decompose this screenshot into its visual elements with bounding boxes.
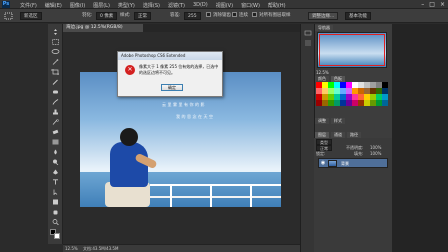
menu-3d[interactable]: 3D(D)	[193, 2, 208, 9]
layer-item-background[interactable]: ◉ 背景	[318, 158, 388, 168]
fill-value[interactable]: 100%	[370, 151, 381, 157]
tool-preset-icon[interactable]	[4, 12, 14, 20]
person-head	[120, 128, 138, 146]
railing-post	[170, 184, 172, 207]
minimize-button[interactable]: –	[421, 1, 424, 8]
menu-layer[interactable]: 图层(L)	[93, 2, 110, 9]
document-tab[interactable]: 海边.jpg @ 12.5%(RGB/8)	[63, 24, 143, 32]
gradient-tool-icon[interactable]	[51, 139, 60, 145]
swatches-grid[interactable]	[316, 82, 390, 114]
move-tool-icon[interactable]	[51, 29, 60, 35]
blur-tool-icon[interactable]	[51, 149, 60, 155]
shape-tool-icon[interactable]	[51, 199, 60, 205]
photo-caption-line-1: 云里雾里有你的影	[162, 102, 206, 107]
layer-lock-row: 锁定: 填充: 100%	[316, 151, 390, 157]
history-brush-tool-icon[interactable]	[51, 119, 60, 125]
feather-label: 羽化:	[82, 13, 93, 18]
tolerance-label: 容差:	[170, 13, 181, 18]
dialog-title: Adobe Photoshop CS6 Extended	[118, 52, 222, 60]
menu-select[interactable]: 选择(S)	[143, 2, 160, 9]
photo-caption-line-2: 我的思念在天空	[176, 114, 215, 119]
eraser-tool-icon[interactable]	[51, 129, 60, 135]
dialog-message: 像素大于 1 像素 255 位有效的选择，已选中的选区边将不可见。	[139, 64, 219, 75]
window-controls: – □ ×	[421, 1, 445, 8]
brush-tool-icon[interactable]	[51, 99, 60, 105]
tools-panel	[48, 24, 63, 244]
navigator-thumbnail[interactable]	[317, 32, 387, 68]
error-icon: ✕	[125, 65, 135, 75]
close-button[interactable]: ×	[440, 1, 445, 8]
tab-paths[interactable]: 路径	[347, 132, 361, 138]
navigator-view-frame[interactable]	[319, 34, 385, 66]
layer-thumbnail	[328, 160, 337, 167]
menu-help[interactable]: 帮助(H)	[268, 2, 286, 9]
eye-icon[interactable]: ◉	[320, 160, 326, 167]
panel-icon-strip	[300, 24, 314, 252]
menu-filter[interactable]: 滤镜(T)	[168, 2, 185, 9]
type-tool-icon[interactable]	[51, 179, 60, 185]
lasso-tool-icon[interactable]	[51, 49, 60, 55]
tab-layers[interactable]: 图层	[315, 132, 329, 138]
zoom-level[interactable]: 12.5%	[65, 245, 78, 252]
tab-channels[interactable]: 通道	[331, 132, 345, 138]
style-label: 样式:	[120, 13, 131, 18]
hand-tool-icon[interactable]	[51, 209, 60, 215]
checkbox-icon	[232, 12, 237, 17]
status-bar: 12.5% 文档:43.5M/43.5M	[63, 244, 300, 252]
railing-post	[210, 184, 212, 207]
menu-window[interactable]: 窗口(W)	[241, 2, 260, 9]
navigator-zoom[interactable]: 12.5%	[316, 70, 329, 75]
tolerance-input[interactable]: 255	[184, 12, 201, 20]
tab-styles[interactable]: 样式	[331, 118, 345, 124]
layer-name: 背景	[341, 161, 349, 166]
menu-type[interactable]: 类型(Y)	[118, 2, 135, 9]
workspace-select[interactable]: 基本功能	[345, 12, 371, 20]
magic-wand-tool-icon[interactable]	[51, 59, 60, 65]
history-panel-icon[interactable]	[304, 30, 312, 36]
feather-input[interactable]: 0 像素	[96, 12, 118, 20]
pen-tool-icon[interactable]	[51, 169, 60, 175]
menu-image[interactable]: 图像(I)	[70, 2, 85, 9]
options-bar: 新选区 羽化: 0 像素 样式: 正常 容差: 255 消除锯齿 连续 对所有图…	[0, 9, 448, 23]
fill-label: 填充:	[354, 151, 364, 156]
tab-adjustments[interactable]: 调整	[315, 118, 329, 124]
menu-file[interactable]: 文件(F)	[20, 2, 37, 9]
menu-list: 文件(F) 编辑(E) 图像(I) 图层(L) 类型(Y) 选择(S) 滤镜(T…	[20, 2, 286, 9]
person-body	[110, 142, 148, 187]
dodge-tool-icon[interactable]	[51, 159, 60, 166]
zoom-tool-icon[interactable]	[51, 219, 60, 226]
app-logo: Ps	[2, 1, 10, 8]
path-selection-tool-icon[interactable]	[51, 189, 60, 196]
menu-edit[interactable]: 编辑(E)	[45, 2, 62, 9]
screen-margin	[392, 24, 448, 252]
selection-mode[interactable]: 新选区	[20, 12, 42, 20]
contiguous-checkbox[interactable]: 连续	[232, 12, 248, 20]
marquee-tool-icon[interactable]	[51, 39, 60, 45]
eyedropper-tool-icon[interactable]	[51, 79, 60, 85]
antialias-checkbox[interactable]: 消除锯齿	[206, 12, 231, 20]
swatch-color[interactable]	[382, 100, 388, 106]
lock-label: 锁定:	[316, 151, 326, 156]
sample-all-checkbox[interactable]: 对所有图层取样	[252, 12, 291, 20]
maximize-button[interactable]: □	[429, 1, 435, 8]
menu-bar: Ps 文件(F) 编辑(E) 图像(I) 图层(L) 类型(Y) 选择(S) 滤…	[0, 0, 448, 9]
menu-view[interactable]: 视图(V)	[216, 2, 233, 9]
style-select[interactable]: 正常	[134, 12, 151, 20]
healing-brush-tool-icon[interactable]	[51, 89, 60, 95]
clone-stamp-tool-icon[interactable]	[51, 109, 60, 115]
document-size: 文档:43.5M/43.5M	[83, 246, 119, 251]
checkbox-icon	[252, 12, 257, 17]
crop-tool-icon[interactable]	[51, 69, 60, 75]
ok-button[interactable]: 确定	[161, 84, 183, 91]
railing-post	[250, 184, 252, 207]
properties-panel-icon[interactable]	[304, 40, 312, 46]
background-color-swatch[interactable]	[54, 233, 60, 239]
tab-navigator[interactable]: 导航器	[315, 25, 333, 31]
refine-edge-button[interactable]: 调整边缘...	[308, 12, 339, 20]
checkbox-icon	[206, 12, 211, 17]
error-dialog: Adobe Photoshop CS6 Extended ✕ 像素大于 1 像素…	[117, 51, 223, 97]
